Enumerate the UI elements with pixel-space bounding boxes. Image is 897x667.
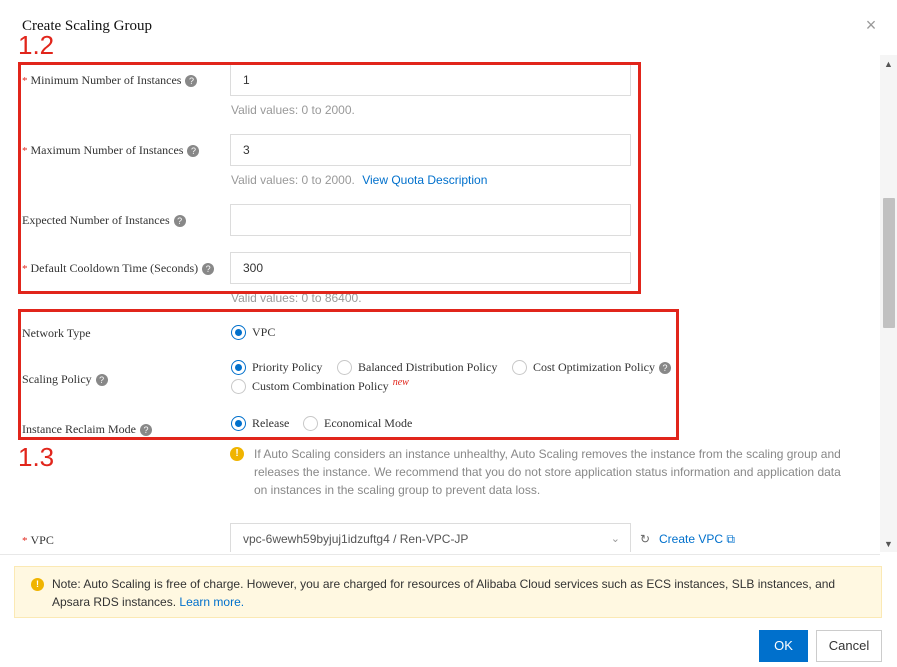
ok-button[interactable]: OK — [759, 630, 808, 662]
learn-more-link[interactable]: Learn more. — [179, 595, 244, 609]
annotation-box-1-3 — [18, 309, 679, 440]
refresh-icon[interactable]: ↻ — [640, 532, 650, 546]
annotation-step-1-3: 1.3 — [18, 442, 55, 472]
cancel-button[interactable]: Cancel — [816, 630, 882, 662]
chevron-down-icon: ⌄ — [610, 533, 620, 545]
vpc-select[interactable]: vpc-6wewh59byjuj1idzuftg4 / Ren-VPC-JP ⌄ — [230, 523, 631, 552]
create-scaling-group-dialog: Create Scaling Group × * Minimum Number o… — [0, 0, 897, 667]
annotation-step-1-2: 1.2 — [18, 30, 55, 60]
warning-icon: ! — [230, 447, 244, 461]
annotation-box-1-2 — [18, 62, 641, 294]
required-mark: * — [22, 535, 28, 547]
charge-notice: ! Note: Auto Scaling is free of charge. … — [14, 566, 882, 618]
create-vpc-link[interactable]: Create VPC ⧉ — [659, 532, 735, 547]
close-icon[interactable]: × — [862, 16, 880, 34]
vertical-scrollbar[interactable]: ▲ ▼ — [880, 55, 897, 552]
scroll-up-icon[interactable]: ▲ — [880, 59, 897, 69]
scroll-down-icon[interactable]: ▼ — [880, 539, 897, 549]
footer-divider — [0, 554, 880, 555]
warning-icon: ! — [31, 578, 44, 591]
scroll-thumb[interactable] — [883, 198, 895, 328]
vpc-label: * VPC — [22, 533, 54, 547]
external-link-icon: ⧉ — [726, 532, 735, 546]
